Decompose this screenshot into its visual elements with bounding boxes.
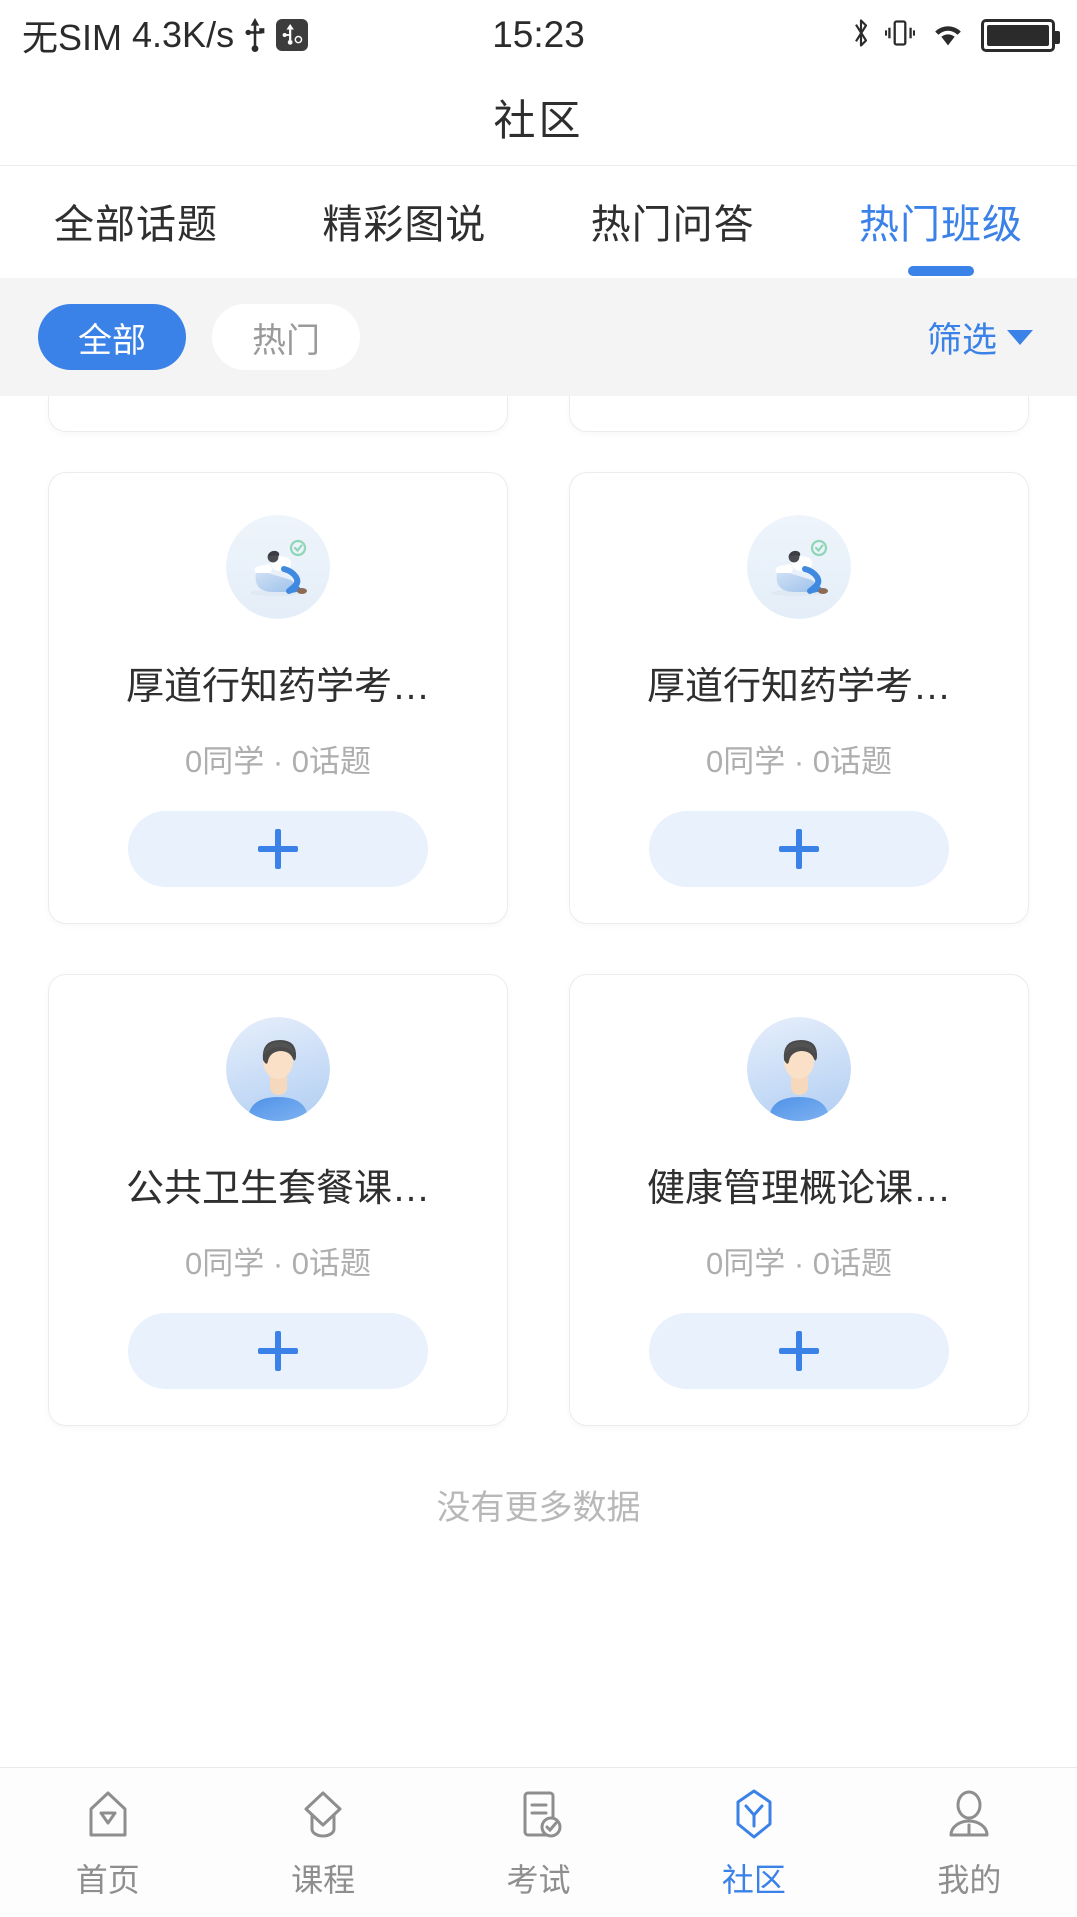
bottom-tab-exam[interactable]: 考试 [431, 1785, 646, 1901]
class-card-meta: 0同学 · 0话题 [184, 1246, 372, 1281]
class-card-clipped[interactable] [48, 396, 508, 432]
page-title: 社区 [493, 97, 584, 144]
usb-icon [244, 18, 266, 52]
plus-icon [779, 1331, 819, 1371]
class-card[interactable]: 公共卫生套餐课… 0同学 · 0话题 [48, 974, 508, 1426]
filter-dropdown-button[interactable]: 筛选 [927, 312, 1039, 363]
bluetooth-icon [851, 15, 871, 56]
tab-hot-qa[interactable]: 热门问答 [591, 192, 755, 272]
battery-icon [981, 18, 1060, 52]
carrier-label: 无SIM [22, 17, 123, 58]
bottom-tab-label: 我的 [937, 1861, 1002, 1898]
class-card-title: 健康管理概论课… [646, 1168, 951, 1210]
class-card-meta: 0同学 · 0话题 [705, 744, 893, 779]
bottom-tab-label: 首页 [75, 1861, 140, 1898]
join-class-button[interactable] [649, 811, 949, 887]
plus-icon [779, 829, 819, 869]
home-icon [79, 1785, 137, 1843]
filter-pill-hot[interactable]: 热门 [212, 304, 360, 370]
status-bar: 无SIM 4.3K/s 15:23 [0, 0, 1077, 70]
class-card-title: 公共卫生套餐课… [125, 1168, 430, 1210]
tab-all-topics[interactable]: 全部话题 [54, 192, 218, 272]
bottom-tab-home[interactable]: 首页 [0, 1785, 215, 1901]
usb-debug-icon [276, 19, 309, 51]
bottom-tab-bar: 首页 课程 考试 社区 我的 [0, 1767, 1077, 1917]
join-class-button[interactable] [128, 1313, 428, 1389]
class-list-scroll-area[interactable]: 厚道行知药学考… 0同学 · 0话题 厚道行知药学考… 0同学 · 0话题 公共… [0, 396, 1077, 1697]
plus-icon [258, 829, 298, 869]
network-speed-label: 4.3K/s [132, 14, 235, 55]
class-card[interactable]: 厚道行知药学考… 0同学 · 0话题 [569, 472, 1029, 924]
default-person-avatar [226, 1017, 330, 1121]
tab-hot-classes[interactable]: 热门班级 [859, 192, 1023, 272]
join-class-button[interactable] [649, 1313, 949, 1389]
join-class-button[interactable] [128, 811, 428, 887]
person-icon [940, 1785, 998, 1843]
class-card[interactable]: 厚道行知药学考… 0同学 · 0话题 [48, 472, 508, 924]
bottom-tab-label: 考试 [506, 1861, 571, 1898]
class-card-title: 厚道行知药学考… [125, 666, 430, 708]
page-title-bar: 社区 [0, 70, 1077, 166]
document-check-icon [510, 1785, 568, 1843]
status-bar-left: 无SIM 4.3K/s [22, 9, 309, 61]
class-card-title: 厚道行知药学考… [646, 666, 951, 708]
bottom-tab-label: 社区 [721, 1861, 786, 1898]
filter-label: 筛选 [926, 320, 997, 360]
graduation-cap-icon [294, 1785, 352, 1843]
filter-bar: 全部 热门 筛选 [0, 278, 1077, 396]
plus-icon [258, 1331, 298, 1371]
person-reading-illustration-avatar [747, 515, 851, 619]
bottom-tab-label: 课程 [291, 1861, 356, 1898]
filter-pill-all[interactable]: 全部 [38, 304, 186, 370]
class-card-clipped[interactable] [569, 396, 1029, 432]
chevron-down-icon [1007, 329, 1033, 345]
bottom-tab-courses[interactable]: 课程 [215, 1785, 430, 1901]
status-bar-right [851, 15, 1060, 56]
top-tab-bar: 全部话题 精彩图说 热门问答 热门班级 [0, 166, 1077, 278]
person-reading-illustration-avatar [226, 515, 330, 619]
vibrate-icon [884, 15, 916, 56]
no-more-data-label: 没有更多数据 [436, 1489, 641, 1527]
class-card-meta: 0同学 · 0话题 [184, 744, 372, 779]
bottom-tab-community[interactable]: 社区 [646, 1785, 861, 1901]
bottom-tab-mine[interactable]: 我的 [862, 1785, 1077, 1901]
wifi-icon [929, 18, 967, 53]
tab-highlight-gallery[interactable]: 精彩图说 [322, 192, 486, 272]
class-card[interactable]: 健康管理概论课… 0同学 · 0话题 [569, 974, 1029, 1426]
community-hexagon-icon [725, 1785, 783, 1843]
class-card-meta: 0同学 · 0话题 [705, 1246, 893, 1281]
default-person-avatar [747, 1017, 851, 1121]
class-card-grid: 厚道行知药学考… 0同学 · 0话题 厚道行知药学考… 0同学 · 0话题 公共… [48, 396, 1029, 1529]
